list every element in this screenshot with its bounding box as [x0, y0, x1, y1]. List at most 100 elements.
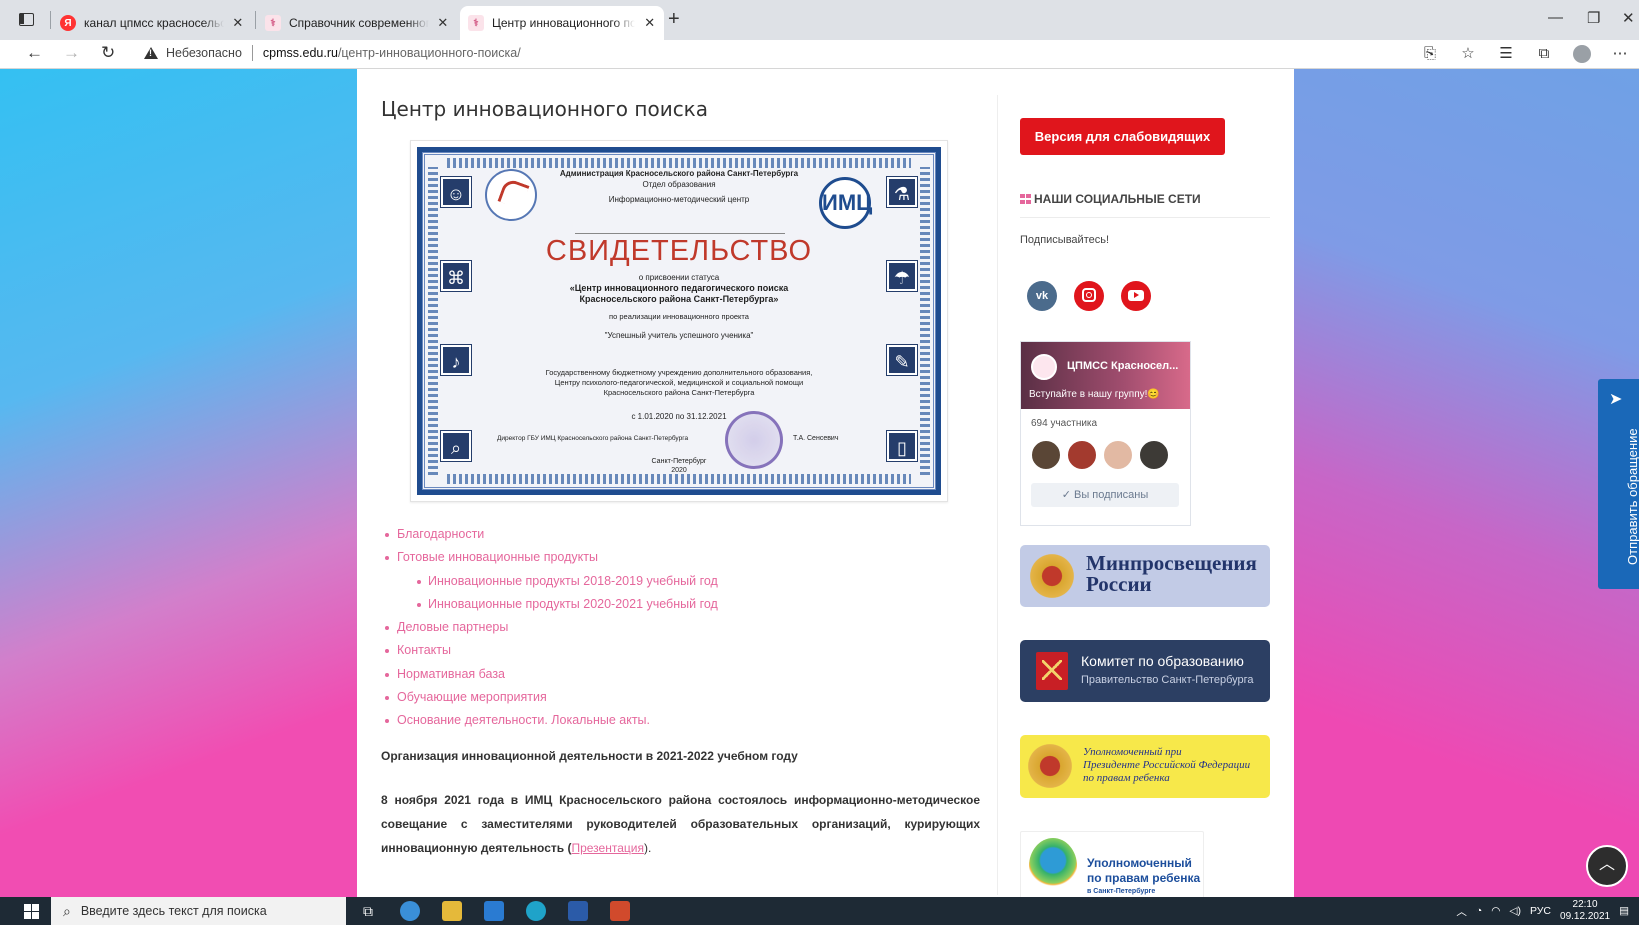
taskbar: ⌕ Введите здесь текст для поиска ⧉ ︿ ◔ ◠… [0, 897, 1639, 925]
word-icon[interactable] [568, 901, 588, 921]
vk-cover: ЦПМСС Красносел... Вступайте в нашу груп… [1021, 342, 1190, 409]
ombudsman-spb-banner[interactable]: Уполномоченный по правам ребенка в Санкт… [1020, 831, 1204, 897]
avatar [1103, 440, 1133, 470]
ombudsman-line: Уполномоченный при [1083, 746, 1182, 758]
notifications-icon[interactable]: ▤ [1619, 905, 1629, 917]
scroll-to-top-button[interactable]: ︿ [1586, 845, 1628, 887]
group-avatar [1031, 354, 1057, 380]
chevron-up-icon[interactable]: ︿ [1456, 904, 1467, 919]
back-arrow-icon[interactable]: ← [26, 43, 43, 63]
menu-link[interactable]: Готовые инновационные продукты [381, 546, 718, 569]
minpros-banner[interactable]: Минпросвещения России [1020, 545, 1270, 607]
ombudsman-title: Уполномоченный при Президенте Российской… [1083, 746, 1250, 785]
paragraph-end: ). [643, 841, 652, 855]
social-heading-label: НАШИ СОЦИАЛЬНЫЕ СЕТИ [1034, 192, 1201, 206]
menu-link[interactable]: Деловые партнеры [381, 616, 718, 639]
spb-ombudsman-subtitle: в Санкт-Петербурге [1087, 888, 1156, 895]
menu-link[interactable]: Нормативная база [381, 663, 718, 686]
youtube-icon[interactable] [1121, 281, 1151, 311]
certificate-year: 2020 [671, 467, 687, 474]
vk-icon[interactable]: vk [1027, 281, 1057, 311]
sidebar-divider [997, 95, 998, 895]
powerpoint-icon[interactable] [610, 901, 630, 921]
group-invite: Вступайте в нашу группу!😊 [1029, 389, 1160, 400]
menu-link[interactable]: Благодарности [381, 523, 718, 546]
certificate-ornament [447, 474, 911, 484]
certificate-text: о присвоении статуса [638, 273, 720, 282]
edge-dev-icon[interactable] [400, 901, 420, 921]
task-view-icon[interactable]: ⧉ [358, 901, 378, 921]
page-title: Центр инновационного поиска [381, 97, 709, 121]
certificate-text: Государственному бюджетному учреждению д… [545, 368, 813, 377]
menu-link[interactable]: Контакты [381, 639, 718, 662]
feedback-tab[interactable]: ➤ Отправить обращение [1598, 379, 1639, 589]
tab-actions-icon[interactable] [18, 11, 34, 27]
taskbar-search[interactable]: ⌕ Введите здесь текст для поиска [51, 897, 346, 925]
clock[interactable]: 22:10 09.12.2021 [1560, 899, 1610, 923]
yandex-icon: Я [60, 15, 76, 31]
tab-close-icon[interactable]: ✕ [232, 15, 244, 31]
certificate-signer-name: Т.А. Сенсевич [793, 435, 839, 442]
tab-close-icon[interactable]: ✕ [643, 15, 656, 31]
tab-separator [255, 11, 256, 29]
collections-icon[interactable]: ⧉ [1525, 43, 1563, 65]
edge-icon[interactable] [526, 901, 546, 921]
page-content: Центр инновационного поиска ☺ ⌘ ♪ ⌕ ⚗ ☂ … [357, 69, 1294, 897]
spb-line: по правам ребенка [1087, 871, 1201, 885]
tab-separator [50, 11, 51, 29]
url-divider [251, 45, 253, 61]
wifi-icon[interactable]: ◠ [1491, 905, 1500, 917]
windows-start-icon[interactable] [24, 904, 39, 919]
certificate-text: Красносельского района Санкт-Петербурга [603, 388, 755, 397]
spb-line: Уполномоченный [1087, 856, 1192, 870]
menu-link[interactable]: Основание деятельности. Локальные акты. [381, 709, 718, 732]
group-name[interactable]: ЦПМСС Красносел... [1067, 360, 1178, 372]
certificate-ornament [428, 167, 438, 475]
favorites-icon[interactable]: ☰ [1487, 43, 1525, 65]
instagram-icon[interactable] [1074, 281, 1104, 311]
tab-title: Справочник современного кла [289, 16, 429, 30]
presentation-link[interactable]: Презентация [571, 841, 644, 855]
profile-icon[interactable] [1563, 43, 1601, 65]
avatar [1031, 440, 1061, 470]
minpros-line: Минпросвещения [1086, 551, 1257, 575]
subscribed-button[interactable]: ✓ Вы подписаны [1031, 483, 1179, 507]
close-window-button[interactable]: ✕ [1622, 9, 1635, 27]
russia-emblem-icon [1028, 551, 1076, 601]
avatar [1139, 440, 1169, 470]
mail-icon[interactable] [484, 901, 504, 921]
certificate-text: Центру психолого-педагогической, медицин… [554, 378, 804, 387]
tab-yandex[interactable]: Я канал цпмсс красносельского р ✕ [52, 6, 252, 40]
vk-group-widget[interactable]: ЦПМСС Красносел... Вступайте в нашу груп… [1020, 341, 1191, 526]
volume-icon[interactable]: ◁) [1509, 905, 1521, 917]
certificate-city: Санкт-Петербург [651, 458, 707, 465]
tab-handbook[interactable]: ⚕ Справочник современного кла ✕ [257, 6, 457, 40]
grid-icon [1020, 194, 1031, 204]
menu-link[interactable]: Обучающие мероприятия [381, 686, 718, 709]
spb-ombudsman-title: Уполномоченный по правам ребенка [1087, 856, 1200, 886]
add-favorite-icon[interactable]: ☆ [1449, 43, 1487, 65]
submenu-link[interactable]: Инновационные продукты 2018-2019 учебный… [381, 570, 718, 593]
ombudsman-president-banner[interactable]: Уполномоченный при Президенте Российской… [1020, 735, 1270, 798]
low-vision-button[interactable]: Версия для слабовидящих [1020, 118, 1225, 155]
komitet-banner[interactable]: Комитет по образованию Правительство Сан… [1020, 640, 1270, 702]
reload-icon[interactable]: ↻ [101, 43, 115, 63]
file-explorer-icon[interactable] [442, 901, 462, 921]
url-field[interactable]: Небезопасно cpmss.edu.ru/центр-инновацио… [144, 45, 521, 61]
security-warning[interactable]: Небезопасно [166, 46, 242, 60]
submenu-link[interactable]: Инновационные продукты 2020-2021 учебный… [381, 593, 718, 616]
minimize-button[interactable]: — [1548, 9, 1563, 26]
network-icon[interactable]: ◔ [1476, 905, 1482, 917]
url-path: /центр-инновационного-поиска/ [337, 46, 521, 60]
subscribe-text: Подписывайтесь! [1020, 234, 1110, 246]
tab-close-icon[interactable]: ✕ [437, 15, 449, 31]
forward-arrow-icon[interactable]: → [63, 43, 80, 63]
tab-innovation[interactable]: ⚕ Центр инновационного поиска ✕ [460, 6, 664, 40]
new-tab-button[interactable]: + [668, 8, 680, 31]
page-viewport: Центр инновационного поиска ☺ ⌘ ♪ ⌕ ⚗ ☂ … [0, 69, 1639, 897]
language-indicator[interactable]: РУС [1530, 905, 1551, 917]
more-icon[interactable]: ⋯ [1601, 43, 1639, 65]
search-placeholder: Введите здесь текст для поиска [80, 904, 267, 918]
restore-button[interactable]: ❐ [1587, 9, 1600, 27]
read-aloud-icon[interactable]: ⎘ [1411, 43, 1449, 65]
